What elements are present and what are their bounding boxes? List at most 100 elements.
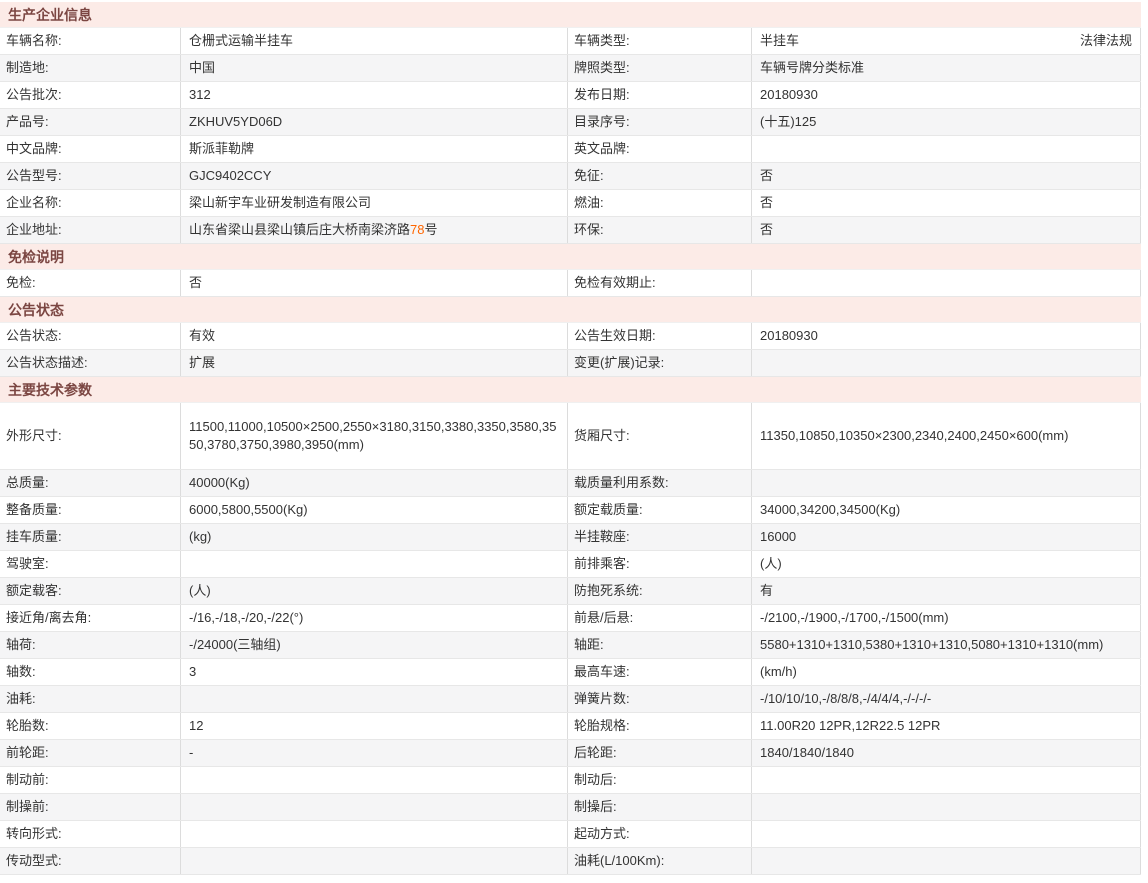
field-value: (kg) — [181, 524, 568, 550]
table-row: 车辆名称: 仓栅式运输半挂车 车辆类型: 半挂车 法律法规 — [0, 28, 1141, 55]
field-value: 仓栅式运输半挂车 — [181, 28, 568, 54]
field-label: 后轮距: — [568, 740, 752, 766]
field-value: (人) — [752, 551, 1141, 577]
field-value: -/10/10/10,-/8/8/8,-/4/4/4,-/-/-/- — [752, 686, 1141, 712]
field-label: 公告批次: — [0, 82, 181, 108]
table-row: 公告状态: 有效 公告生效日期: 20180930 — [0, 323, 1141, 350]
field-label: 公告状态描述: — [0, 350, 181, 376]
field-value: 扩展 — [181, 350, 568, 376]
field-value: GJC9402CCY — [181, 163, 568, 189]
field-value: 有效 — [181, 323, 568, 349]
field-label: 制造地: — [0, 55, 181, 81]
field-value: 半挂车 法律法规 — [752, 28, 1141, 54]
field-value: (人) — [181, 578, 568, 604]
table-row: 轮胎数: 12 轮胎规格: 11.00R20 12PR,12R22.5 12PR — [0, 713, 1141, 740]
field-value — [181, 848, 568, 874]
field-value: 否 — [752, 217, 1141, 243]
field-label: 变更(扩展)记录: — [568, 350, 752, 376]
table-row: 中文品牌: 斯派菲勒牌 英文品牌: — [0, 136, 1141, 163]
field-value — [752, 767, 1141, 793]
field-label: 免检: — [0, 270, 181, 296]
section-header-manufacturer-info: 生产企业信息 — [0, 2, 1141, 28]
field-value: 312 — [181, 82, 568, 108]
field-label: 产品号: — [0, 109, 181, 135]
table-row: 挂车质量: (kg) 半挂鞍座: 16000 — [0, 524, 1141, 551]
field-label: 前排乘客: — [568, 551, 752, 577]
field-label: 轮胎规格: — [568, 713, 752, 739]
field-value: 斯派菲勒牌 — [181, 136, 568, 162]
field-label: 免征: — [568, 163, 752, 189]
field-label: 油耗: — [0, 686, 181, 712]
address-text: 号 — [424, 221, 437, 239]
field-value: 否 — [752, 190, 1141, 216]
field-label: 目录序号: — [568, 109, 752, 135]
field-label: 弹簧片数: — [568, 686, 752, 712]
field-label: 转向形式: — [0, 821, 181, 847]
table-row: 公告批次: 312 发布日期: 20180930 — [0, 82, 1141, 109]
table-row: 制动前: 制动后: — [0, 767, 1141, 794]
table-row: 免检: 否 免检有效期止: — [0, 270, 1141, 297]
field-label: 英文品牌: — [568, 136, 752, 162]
field-value: 6000,5800,5500(Kg) — [181, 497, 568, 523]
table-row: 额定载客: (人) 防抱死系统: 有 — [0, 578, 1141, 605]
section-header-inspection-exemption: 免检说明 — [0, 244, 1141, 270]
field-value: 16000 — [752, 524, 1141, 550]
table-row: 整备质量: 6000,5800,5500(Kg) 额定载质量: 34000,34… — [0, 497, 1141, 524]
table-row: 公告型号: GJC9402CCY 免征: 否 — [0, 163, 1141, 190]
legal-regulations-link[interactable]: 法律法规 — [1080, 32, 1134, 50]
field-value: 40000(Kg) — [181, 470, 568, 496]
field-label: 企业名称: — [0, 190, 181, 216]
field-label: 企业地址: — [0, 217, 181, 243]
field-label: 额定载客: — [0, 578, 181, 604]
field-value — [752, 136, 1141, 162]
field-value: 11350,10850,10350×2300,2340,2400,2450×60… — [752, 403, 1141, 469]
field-label: 制操后: — [568, 794, 752, 820]
field-value: -/2100,-/1900,-/1700,-/1500(mm) — [752, 605, 1141, 631]
field-value: 11.00R20 12PR,12R22.5 12PR — [752, 713, 1141, 739]
section-header-announcement-status: 公告状态 — [0, 297, 1141, 323]
field-value: 11500,11000,10500×2500,2550×3180,3150,33… — [181, 403, 568, 469]
field-label: 载质量利用系数: — [568, 470, 752, 496]
field-label: 车辆类型: — [568, 28, 752, 54]
table-row: 前轮距: - 后轮距: 1840/1840/1840 — [0, 740, 1141, 767]
field-label: 轮胎数: — [0, 713, 181, 739]
table-row: 总质量: 40000(Kg) 载质量利用系数: — [0, 470, 1141, 497]
table-row: 接近角/离去角: -/16,-/18,-/20,-/22(°) 前悬/后悬: -… — [0, 605, 1141, 632]
table-row: 驾驶室: 前排乘客: (人) — [0, 551, 1141, 578]
field-label: 发布日期: — [568, 82, 752, 108]
field-label: 前悬/后悬: — [568, 605, 752, 631]
field-value — [752, 848, 1141, 874]
field-value: 否 — [752, 163, 1141, 189]
field-value: 5580+1310+1310,5380+1310+1310,5080+1310+… — [752, 632, 1141, 658]
table-row: 企业地址: 山东省梁山县梁山镇后庄大桥南梁济路78号 环保: 否 — [0, 217, 1141, 244]
field-label: 总质量: — [0, 470, 181, 496]
field-value — [181, 686, 568, 712]
field-value — [181, 767, 568, 793]
field-label: 环保: — [568, 217, 752, 243]
field-label: 外形尺寸: — [0, 403, 181, 469]
field-label: 挂车质量: — [0, 524, 181, 550]
field-value: 20180930 — [752, 82, 1141, 108]
field-value: 34000,34200,34500(Kg) — [752, 497, 1141, 523]
field-value — [181, 551, 568, 577]
table-row: 公告状态描述: 扩展 变更(扩展)记录: — [0, 350, 1141, 377]
field-label: 起动方式: — [568, 821, 752, 847]
field-value — [752, 350, 1141, 376]
field-label: 传动型式: — [0, 848, 181, 874]
table-row: 轴荷: -/24000(三轴组) 轴距: 5580+1310+1310,5380… — [0, 632, 1141, 659]
field-label: 制动后: — [568, 767, 752, 793]
field-value: (km/h) — [752, 659, 1141, 685]
field-label: 公告状态: — [0, 323, 181, 349]
field-value: 有 — [752, 578, 1141, 604]
table-row: 转向形式: 起动方式: — [0, 821, 1141, 848]
field-label: 前轮距: — [0, 740, 181, 766]
field-label: 公告生效日期: — [568, 323, 752, 349]
field-label: 免检有效期止: — [568, 270, 752, 296]
field-label: 防抱死系统: — [568, 578, 752, 604]
field-value: (十五)125 — [752, 109, 1141, 135]
field-value — [752, 821, 1141, 847]
field-label: 轴距: — [568, 632, 752, 658]
field-value: 中国 — [181, 55, 568, 81]
field-value: 山东省梁山县梁山镇后庄大桥南梁济路78号 — [181, 217, 568, 243]
field-value: 20180930 — [752, 323, 1141, 349]
